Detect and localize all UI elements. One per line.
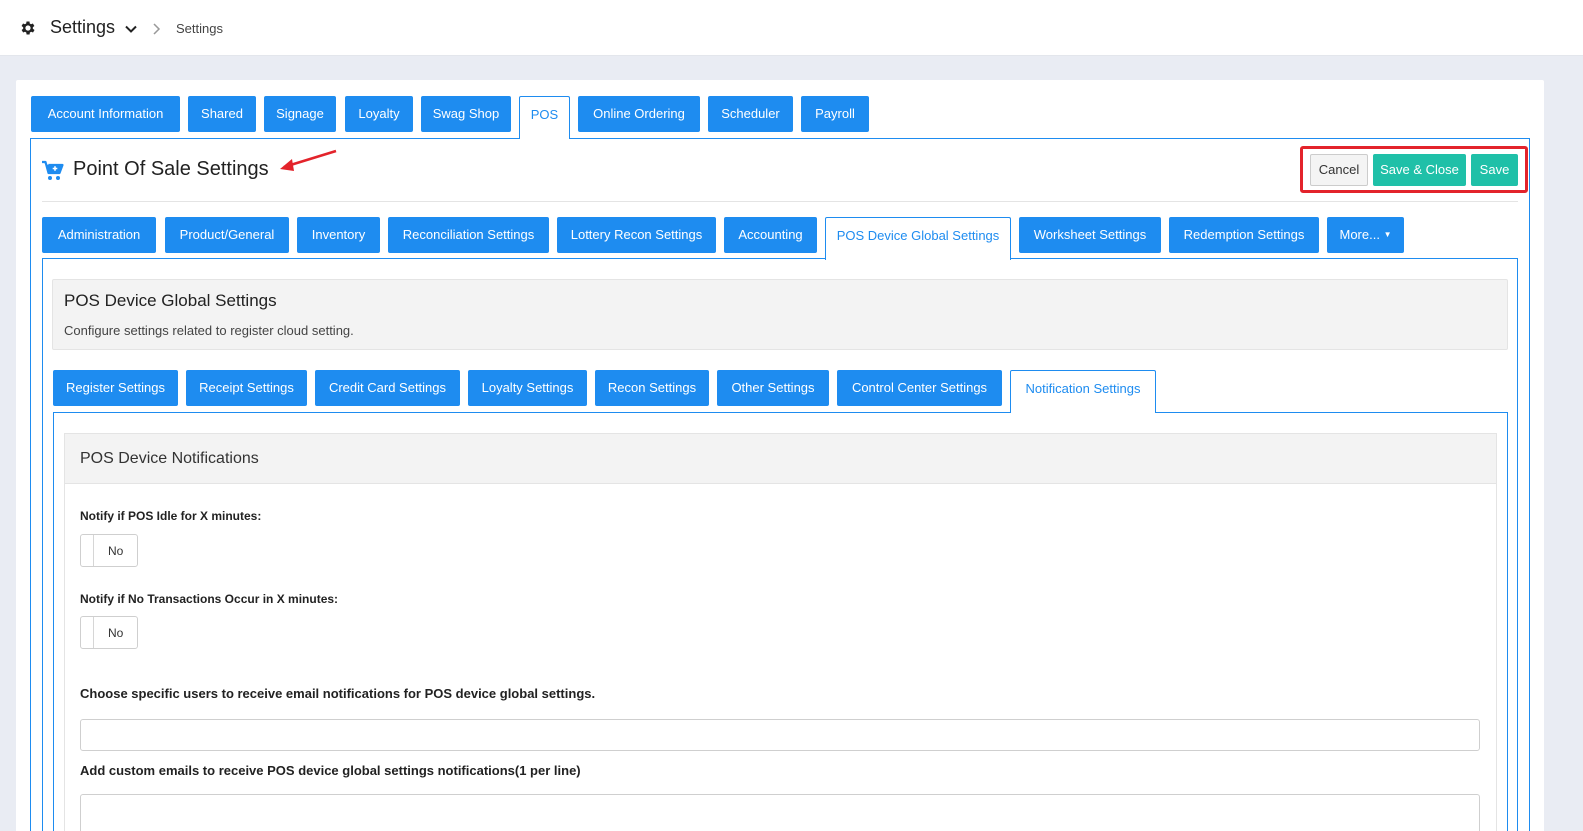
tab-account-information[interactable]: Account Information <box>31 96 180 132</box>
divider <box>42 201 1518 202</box>
idle-toggle-value: No <box>108 544 124 558</box>
notifications-header: POS Device Notifications <box>64 433 1497 484</box>
annotation-arrow-icon <box>280 149 337 171</box>
more-label: More... <box>1339 227 1380 242</box>
tab-receipt-settings[interactable]: Receipt Settings <box>186 370 307 406</box>
tab-swag-shop[interactable]: Swag Shop <box>421 96 511 132</box>
tab-reconciliation-settings[interactable]: Reconciliation Settings <box>388 217 549 253</box>
tab-redemption-settings[interactable]: Redemption Settings <box>1169 217 1319 253</box>
tab-recon-settings[interactable]: Recon Settings <box>595 370 709 406</box>
breadcrumb-separator-icon <box>153 23 161 35</box>
tab-lottery-recon-settings[interactable]: Lottery Recon Settings <box>557 217 716 253</box>
no-transactions-toggle[interactable]: No <box>80 616 138 649</box>
tab-administration[interactable]: Administration <box>42 217 156 253</box>
tab-control-center-settings[interactable]: Control Center Settings <box>837 370 1002 406</box>
tab-online-ordering[interactable]: Online Ordering <box>578 96 700 132</box>
tab-product-general[interactable]: Product/General <box>165 217 289 253</box>
page-title[interactable]: Settings <box>50 17 115 38</box>
caret-down-icon: ▼ <box>1383 230 1392 239</box>
tab-notification-settings[interactable]: Notification Settings <box>1010 370 1156 413</box>
idle-toggle[interactable]: No <box>80 534 138 567</box>
info-panel: POS Device Global Settings Configure set… <box>52 279 1508 350</box>
section-title: Point Of Sale Settings <box>73 158 269 180</box>
notifications-body <box>64 484 1497 831</box>
tab-credit-card-settings[interactable]: Credit Card Settings <box>315 370 460 406</box>
no-transactions-label: Notify if No Transactions Occur in X min… <box>80 592 339 606</box>
tab-signage[interactable]: Signage <box>264 96 336 132</box>
toggle-knob <box>81 535 94 566</box>
tab-scheduler[interactable]: Scheduler <box>708 96 793 132</box>
more-dropdown[interactable]: More... ▼ <box>1327 217 1404 253</box>
chevron-down-icon[interactable] <box>124 22 138 36</box>
custom-emails-label: Add custom emails to receive POS device … <box>80 763 581 778</box>
tab-loyalty-settings[interactable]: Loyalty Settings <box>468 370 587 406</box>
idle-label: Notify if POS Idle for X minutes: <box>80 509 262 523</box>
save-button[interactable]: Save <box>1471 154 1518 186</box>
info-description: Configure settings related to register c… <box>64 323 354 338</box>
cart-icon <box>42 160 64 180</box>
tab-worksheet-settings[interactable]: Worksheet Settings <box>1019 217 1161 253</box>
tab-pos[interactable]: POS <box>519 96 570 139</box>
tab-shared[interactable]: Shared <box>188 96 256 132</box>
tab-other-settings[interactable]: Other Settings <box>717 370 829 406</box>
toggle-knob <box>81 617 94 648</box>
users-label: Choose specific users to receive email n… <box>80 686 596 701</box>
info-title: POS Device Global Settings <box>64 291 277 310</box>
tab-loyalty[interactable]: Loyalty <box>345 96 413 132</box>
cancel-button[interactable]: Cancel <box>1310 154 1368 186</box>
tab-accounting[interactable]: Accounting <box>724 217 817 253</box>
custom-emails-textarea[interactable] <box>80 794 1480 831</box>
users-select-input[interactable] <box>80 719 1480 751</box>
tab-payroll[interactable]: Payroll <box>801 96 869 132</box>
gear-icon <box>21 21 35 35</box>
tab-pos-device-global-settings[interactable]: POS Device Global Settings <box>825 217 1011 260</box>
no-transactions-toggle-value: No <box>108 626 124 640</box>
tab-inventory[interactable]: Inventory <box>297 217 380 253</box>
notifications-title: POS Device Notifications <box>80 450 259 467</box>
top-bar: Settings Settings <box>0 0 1583 56</box>
tab-register-settings[interactable]: Register Settings <box>53 370 178 406</box>
save-close-button[interactable]: Save & Close <box>1373 154 1466 186</box>
breadcrumb[interactable]: Settings <box>176 21 223 36</box>
